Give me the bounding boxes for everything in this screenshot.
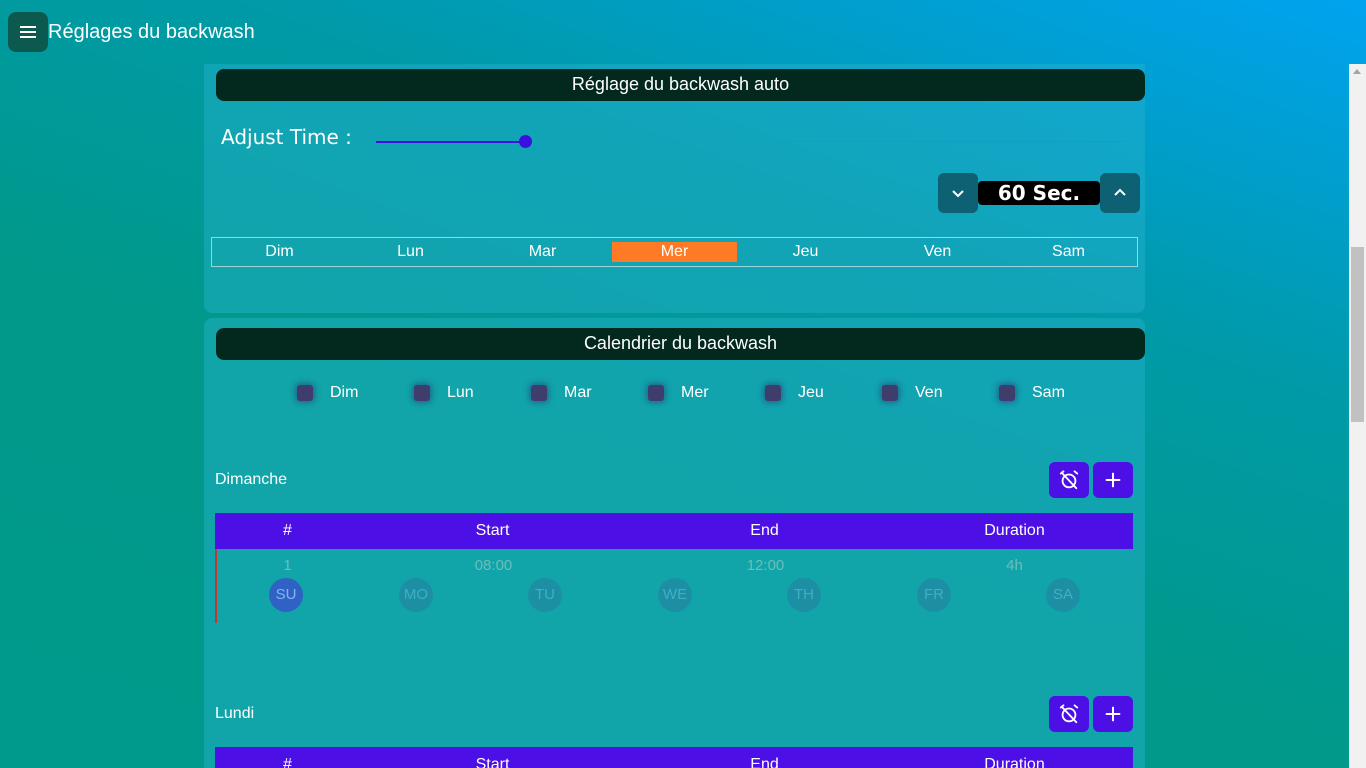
row-start-time: 08:00 [474, 557, 513, 574]
day-tab-ven[interactable]: Ven [875, 242, 1000, 262]
adjust-time-slider-thumb[interactable] [519, 135, 533, 148]
plus-icon [1105, 706, 1121, 722]
checkbox-label: Mar [564, 384, 592, 401]
row-index: 1 [283, 557, 292, 574]
checkbox-label: Jeu [798, 384, 824, 401]
checkbox-box[interactable] [648, 385, 664, 401]
row-end-time: 12:00 [746, 557, 785, 574]
disable-alarm-button-lundi[interactable] [1049, 696, 1089, 732]
time-value-display: 60 Sec. [978, 181, 1100, 205]
backwash-calendar-card: Calendrier du backwash Dim Lun Mar Mer J… [204, 318, 1145, 768]
weekday-toggle-tu[interactable]: TU [528, 578, 562, 612]
weekday-toggle-mo[interactable]: MO [399, 578, 433, 612]
column-header-end: End [750, 522, 779, 539]
row-duration: 4h [1006, 557, 1023, 574]
chevron-up-icon [1114, 188, 1126, 196]
adjust-time-label: Adjust Time : [221, 125, 352, 149]
weekday-toggle-we[interactable]: WE [658, 578, 692, 612]
checkbox-label: Sam [1032, 384, 1065, 401]
weekday-toggle-fr[interactable]: FR [917, 578, 951, 612]
hamburger-menu-icon [20, 26, 36, 38]
day-tab-sam[interactable]: Sam [1006, 242, 1131, 262]
column-header-start: Start [475, 756, 510, 768]
checkbox-label: Lun [447, 384, 474, 401]
checkbox-label: Mer [681, 384, 709, 401]
checkbox-box[interactable] [531, 385, 547, 401]
checkbox-box[interactable] [999, 385, 1015, 401]
increase-time-button[interactable] [1100, 173, 1140, 213]
weekday-toggle-sa[interactable]: SA [1046, 578, 1080, 612]
checkbox-box[interactable] [414, 385, 430, 401]
alarm-off-icon [1059, 704, 1079, 724]
adjust-time-slider-fill [376, 141, 526, 143]
page-scrollbar[interactable] [1349, 64, 1366, 768]
day-tab-dim[interactable]: Dim [217, 242, 342, 262]
weekday-toggle-su[interactable]: SU [269, 578, 303, 612]
column-header-index: # [283, 756, 292, 768]
checkbox-label: Ven [915, 384, 943, 401]
calendar-title: Calendrier du backwash [216, 328, 1145, 360]
day-section-title-lundi: Lundi [215, 705, 255, 722]
scrollbar-thumb[interactable] [1351, 247, 1364, 422]
checkbox-label: Dim [330, 384, 359, 401]
chevron-down-icon [952, 190, 964, 198]
auto-backwash-card: Réglage du backwash auto Adjust Time : 6… [204, 64, 1145, 313]
scroll-up-arrow-icon[interactable] [1353, 69, 1361, 74]
top-bar: Réglages du backwash [0, 0, 1366, 64]
column-header-index: # [283, 522, 292, 539]
add-schedule-button-lundi[interactable] [1093, 696, 1133, 732]
disable-alarm-button-dimanche[interactable] [1049, 462, 1089, 498]
checkbox-box[interactable] [765, 385, 781, 401]
day-section-title-dimanche: Dimanche [215, 471, 288, 488]
auto-backwash-title: Réglage du backwash auto [216, 69, 1145, 101]
day-tab-mer[interactable]: Mer [612, 242, 737, 262]
column-header-duration: Duration [984, 756, 1045, 768]
column-header-duration: Duration [984, 522, 1045, 539]
weekday-toggle-th[interactable]: TH [787, 578, 821, 612]
decrease-time-button[interactable] [938, 173, 978, 213]
checkbox-box[interactable] [297, 385, 313, 401]
schedule-table-header-dimanche: # Start End Duration [215, 513, 1133, 549]
day-tab-lun[interactable]: Lun [348, 242, 473, 262]
row-marker [215, 549, 217, 623]
day-tab-jeu[interactable]: Jeu [743, 242, 868, 262]
alarm-off-icon [1059, 470, 1079, 490]
auto-day-selector: Dim Lun Mar Mer Jeu Ven Sam [211, 237, 1138, 267]
column-header-start: Start [475, 522, 510, 539]
schedule-table-header-lundi: # Start End Duration [215, 747, 1133, 768]
page-title: Réglages du backwash [48, 21, 255, 43]
menu-button[interactable] [8, 12, 48, 52]
table-row[interactable]: 1 08:00 12:00 4h SU MO TU WE TH FR SA [215, 549, 1133, 623]
checkbox-box[interactable] [882, 385, 898, 401]
add-schedule-button-dimanche[interactable] [1093, 462, 1133, 498]
column-header-end: End [750, 756, 779, 768]
day-tab-mar[interactable]: Mar [480, 242, 605, 262]
plus-icon [1105, 472, 1121, 488]
